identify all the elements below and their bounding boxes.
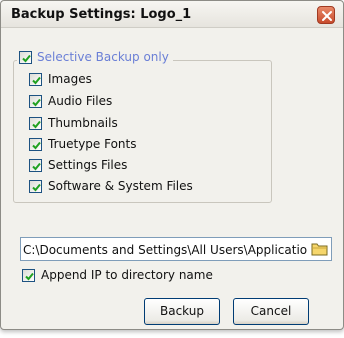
backup-button[interactable]: Backup — [144, 298, 220, 325]
folder-icon — [311, 243, 328, 256]
checkmark-icon — [25, 272, 34, 280]
selective-backup-toggle[interactable]: Selective Backup only — [17, 50, 173, 64]
checkmark-icon — [32, 120, 41, 128]
backup-path-field[interactable] — [20, 237, 332, 261]
option-settings-files[interactable]: Settings Files — [29, 158, 127, 172]
option-thumbnails[interactable]: Thumbnails — [29, 116, 118, 130]
option-software-system-files[interactable]: Software & System Files — [29, 179, 193, 193]
audio-files-checkbox[interactable] — [29, 94, 42, 108]
backup-settings-dialog: Backup Settings: Logo_1 Selective Backup… — [0, 0, 344, 330]
browse-folder-button[interactable] — [311, 241, 329, 257]
thumbnails-label: Thumbnails — [48, 116, 118, 130]
cancel-button[interactable]: Cancel — [233, 298, 309, 325]
append-ip-checkbox[interactable] — [22, 268, 35, 282]
software-system-files-checkbox[interactable] — [29, 179, 42, 193]
audio-files-label: Audio Files — [48, 94, 113, 108]
append-ip-label: Append IP to directory name — [41, 268, 213, 282]
settings-files-checkbox[interactable] — [29, 158, 42, 172]
images-checkbox[interactable] — [29, 72, 42, 86]
option-truetype-fonts[interactable]: Truetype Fonts — [29, 137, 137, 151]
thumbnails-checkbox[interactable] — [29, 116, 42, 130]
window-title: Backup Settings: Logo_1 — [11, 7, 192, 22]
checkmark-icon — [22, 54, 31, 62]
title-bar[interactable]: Backup Settings: Logo_1 — [1, 1, 343, 28]
backup-path-input[interactable] — [23, 241, 307, 258]
images-label: Images — [48, 72, 92, 86]
selective-backup-checkbox[interactable] — [19, 50, 32, 64]
settings-files-label: Settings Files — [48, 158, 128, 172]
close-icon — [322, 11, 332, 21]
checkmark-icon — [32, 98, 41, 106]
checkmark-icon — [32, 141, 41, 149]
checkmark-icon — [32, 76, 41, 84]
option-audio-files[interactable]: Audio Files — [29, 94, 112, 108]
checkmark-icon — [32, 183, 41, 191]
option-images[interactable]: Images — [29, 72, 92, 86]
checkmark-icon — [32, 162, 41, 170]
truetype-fonts-label: Truetype Fonts — [48, 137, 137, 151]
append-ip-option[interactable]: Append IP to directory name — [22, 268, 213, 282]
close-button[interactable] — [317, 6, 335, 24]
selective-backup-label: Selective Backup only — [37, 50, 169, 64]
truetype-fonts-checkbox[interactable] — [29, 137, 42, 151]
software-system-files-label: Software & System Files — [48, 179, 193, 193]
